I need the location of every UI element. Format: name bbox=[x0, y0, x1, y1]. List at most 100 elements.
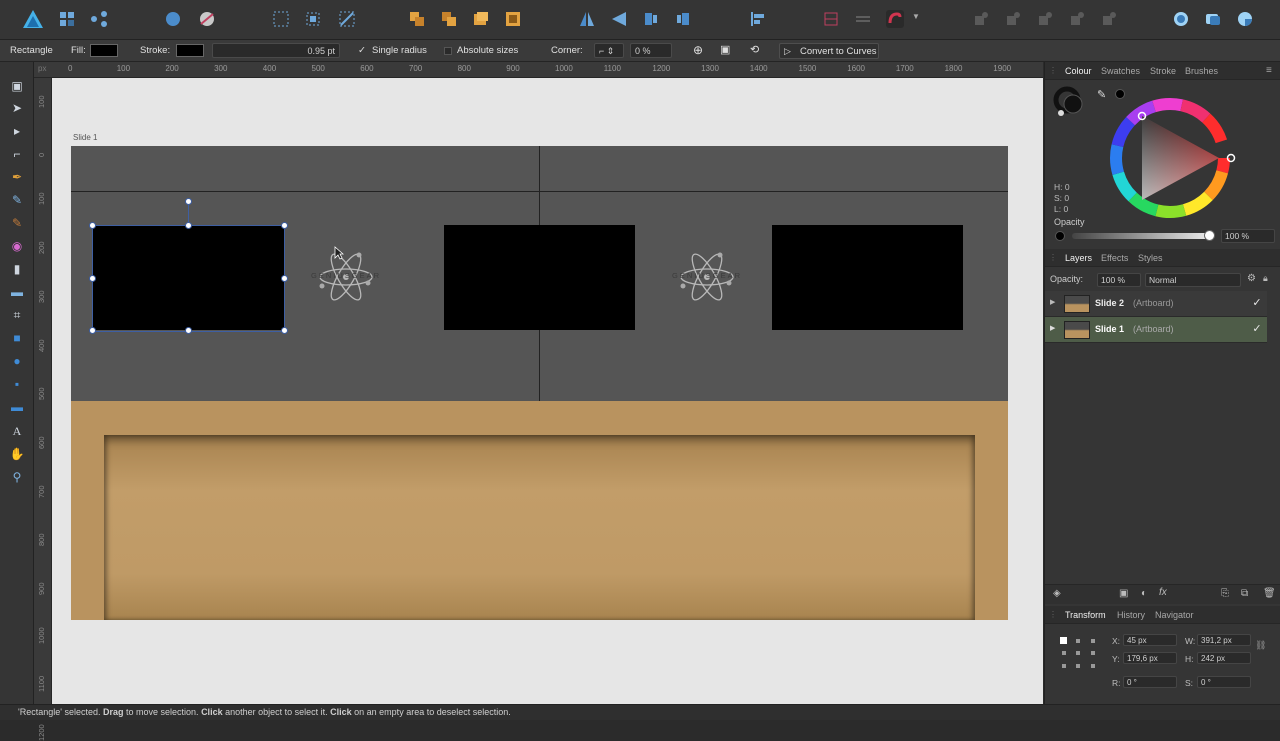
snapping-magnet-icon[interactable] bbox=[886, 10, 904, 28]
resize-handle-b[interactable] bbox=[185, 327, 192, 334]
affinity-logo-icon[interactable] bbox=[22, 9, 44, 29]
snapping-manager-icon[interactable] bbox=[822, 10, 840, 28]
zoom-tool-icon[interactable]: ⚲ bbox=[9, 469, 25, 485]
insert-mask-icon[interactable] bbox=[1068, 10, 1086, 28]
arrange-backward-icon[interactable] bbox=[440, 10, 458, 28]
ellipse-tool-icon[interactable]: ● bbox=[9, 353, 25, 369]
rotation-field[interactable]: 0 ° bbox=[1123, 676, 1177, 688]
arrange-front-icon[interactable] bbox=[504, 10, 522, 28]
tab-brushes[interactable]: Brushes bbox=[1185, 66, 1218, 76]
layer-row-slide-2[interactable]: ▶ Slide 2 (Artboard) ✓ bbox=[1045, 291, 1267, 317]
expand-arrow-icon[interactable]: ▶ bbox=[1050, 298, 1055, 306]
resize-handle-tr[interactable] bbox=[281, 222, 288, 229]
tab-colour[interactable]: Colour bbox=[1065, 66, 1092, 76]
layer-row-slide-1[interactable]: ▶ Slide 1 (Artboard) ✓ bbox=[1045, 317, 1267, 343]
black-rectangle-2[interactable] bbox=[444, 225, 635, 330]
panel-menu-icon[interactable]: ≡ bbox=[1266, 65, 1272, 76]
resize-handle-r[interactable] bbox=[281, 275, 288, 282]
artboard-tool-icon[interactable]: ▣ bbox=[9, 78, 25, 94]
delete-layer-icon[interactable]: 🗑︎ bbox=[1263, 588, 1276, 599]
panel-grip-icon[interactable]: ⋮ bbox=[1049, 66, 1057, 75]
assistant-icon[interactable] bbox=[1172, 10, 1190, 28]
convert-to-curves-button[interactable]: ▷ Convert to Curves bbox=[779, 43, 879, 59]
snap-grid-icon[interactable] bbox=[272, 10, 290, 28]
rotate-selection-icon[interactable]: ⟲ bbox=[750, 43, 759, 56]
pixel-persona-icon[interactable] bbox=[58, 10, 76, 28]
height-field[interactable]: 242 px bbox=[1197, 652, 1251, 664]
boolean-subtract-icon[interactable] bbox=[198, 10, 216, 28]
resize-handle-l[interactable] bbox=[89, 275, 96, 282]
resize-handle-bl[interactable] bbox=[89, 327, 96, 334]
tab-navigator[interactable]: Navigator bbox=[1155, 610, 1194, 620]
fill-stroke-selector-icon[interactable] bbox=[1053, 86, 1089, 118]
fx-icon[interactable]: fx bbox=[1159, 587, 1167, 598]
tab-transform[interactable]: Transform bbox=[1065, 610, 1106, 620]
tab-stroke[interactable]: Stroke bbox=[1150, 66, 1176, 76]
tab-swatches[interactable]: Swatches bbox=[1101, 66, 1140, 76]
insert-pin-icon[interactable] bbox=[972, 10, 990, 28]
black-rectangle-3[interactable] bbox=[772, 225, 963, 330]
duplicate-layer-icon[interactable]: ⧉ bbox=[1241, 588, 1248, 599]
panel-grip-icon[interactable]: ⋮ bbox=[1049, 610, 1057, 619]
rotate-left-icon[interactable] bbox=[642, 10, 660, 28]
crop-tool-icon[interactable]: ⌗ bbox=[9, 307, 25, 323]
x-field[interactable]: 45 px bbox=[1123, 634, 1177, 646]
snap-diagonal-icon[interactable] bbox=[338, 10, 356, 28]
node-tool-icon[interactable]: ▸ bbox=[9, 123, 25, 139]
corner-tool-icon[interactable]: ⌐ bbox=[9, 146, 25, 162]
bounding-box-icon[interactable]: ▣ bbox=[720, 43, 730, 56]
expand-arrow-icon[interactable]: ▶ bbox=[1050, 324, 1055, 332]
baseline-grid-icon[interactable] bbox=[854, 10, 872, 28]
resize-handle-tl[interactable] bbox=[89, 222, 96, 229]
insert-group-icon[interactable] bbox=[1036, 10, 1054, 28]
arrange-forward-icon[interactable] bbox=[472, 10, 490, 28]
artboard-slide-1[interactable]: GENIUSGEAR GENIUSGEAR bbox=[71, 146, 1008, 620]
layer-lock-icon[interactable]: 🔒︎ bbox=[1263, 273, 1268, 284]
adjustment-icon[interactable]: ◐ bbox=[1141, 588, 1147, 599]
tab-history[interactable]: History bbox=[1117, 610, 1145, 620]
single-radius-check-icon[interactable]: ✓ bbox=[358, 45, 366, 56]
text-tool-icon[interactable]: A bbox=[9, 423, 25, 439]
rounded-rect-tool-icon[interactable]: ▪ bbox=[9, 376, 25, 392]
transform-origin-icon[interactable]: ⊕ bbox=[693, 43, 703, 57]
brush-tool-icon[interactable]: ✎ bbox=[9, 215, 25, 231]
opacity-value-field[interactable]: 100 % bbox=[1221, 229, 1275, 243]
tab-effects[interactable]: Effects bbox=[1101, 253, 1128, 263]
rotate-right-icon[interactable] bbox=[674, 10, 692, 28]
corner-type-select[interactable]: ⌐ ⇕ bbox=[594, 43, 624, 58]
blend-mode-select[interactable]: Normal bbox=[1145, 273, 1241, 287]
width-field[interactable]: 391,2 px bbox=[1197, 634, 1251, 646]
pencil-tool-icon[interactable]: ✎ bbox=[9, 192, 25, 208]
transparency-tool-icon[interactable]: ▮ bbox=[9, 261, 25, 277]
preferences-icon[interactable] bbox=[1204, 10, 1222, 28]
align-icon[interactable] bbox=[748, 10, 766, 28]
layer-settings-icon[interactable]: ⚙ bbox=[1247, 273, 1256, 284]
mask-layer-icon[interactable]: ▣ bbox=[1119, 588, 1128, 599]
wood-drawer[interactable] bbox=[104, 435, 975, 620]
boolean-add-icon[interactable] bbox=[164, 10, 182, 28]
panel-grip-icon[interactable]: ⋮ bbox=[1049, 253, 1057, 262]
shape-tool-icon[interactable]: ▬ bbox=[9, 399, 25, 415]
anchor-point-selector-icon[interactable] bbox=[1059, 636, 1099, 670]
pen-tool-icon[interactable]: ✒ bbox=[9, 169, 25, 185]
opacity-slider-knob[interactable] bbox=[1204, 230, 1215, 241]
stroke-swatch[interactable] bbox=[176, 44, 204, 57]
atom-logo-1[interactable]: GENIUSGEAR bbox=[306, 249, 386, 305]
tab-styles[interactable]: Styles bbox=[1138, 253, 1163, 263]
aspect-lock-icon[interactable]: ⛓︎ bbox=[1255, 640, 1266, 651]
insert-clip-icon[interactable] bbox=[1100, 10, 1118, 28]
snap-object-icon[interactable] bbox=[304, 10, 322, 28]
flip-horizontal-icon[interactable] bbox=[578, 10, 596, 28]
resize-handle-br[interactable] bbox=[281, 327, 288, 334]
export-persona-icon[interactable] bbox=[90, 10, 108, 28]
y-field[interactable]: 179,6 px bbox=[1123, 652, 1177, 664]
stroke-width-field[interactable]: 0.95 pt bbox=[212, 43, 340, 58]
colour-wheel[interactable] bbox=[1101, 96, 1239, 222]
snapping-dropdown-icon[interactable]: ▼ bbox=[912, 12, 920, 21]
visibility-check-icon[interactable]: ✓ bbox=[1251, 297, 1263, 309]
fill-tool-icon[interactable]: ◉ bbox=[9, 238, 25, 254]
artboard-label[interactable]: Slide 1 bbox=[73, 133, 97, 142]
corner-value-field[interactable]: 0 % bbox=[630, 43, 672, 58]
fill-swatch[interactable] bbox=[90, 44, 118, 57]
rotation-handle[interactable] bbox=[185, 198, 192, 205]
